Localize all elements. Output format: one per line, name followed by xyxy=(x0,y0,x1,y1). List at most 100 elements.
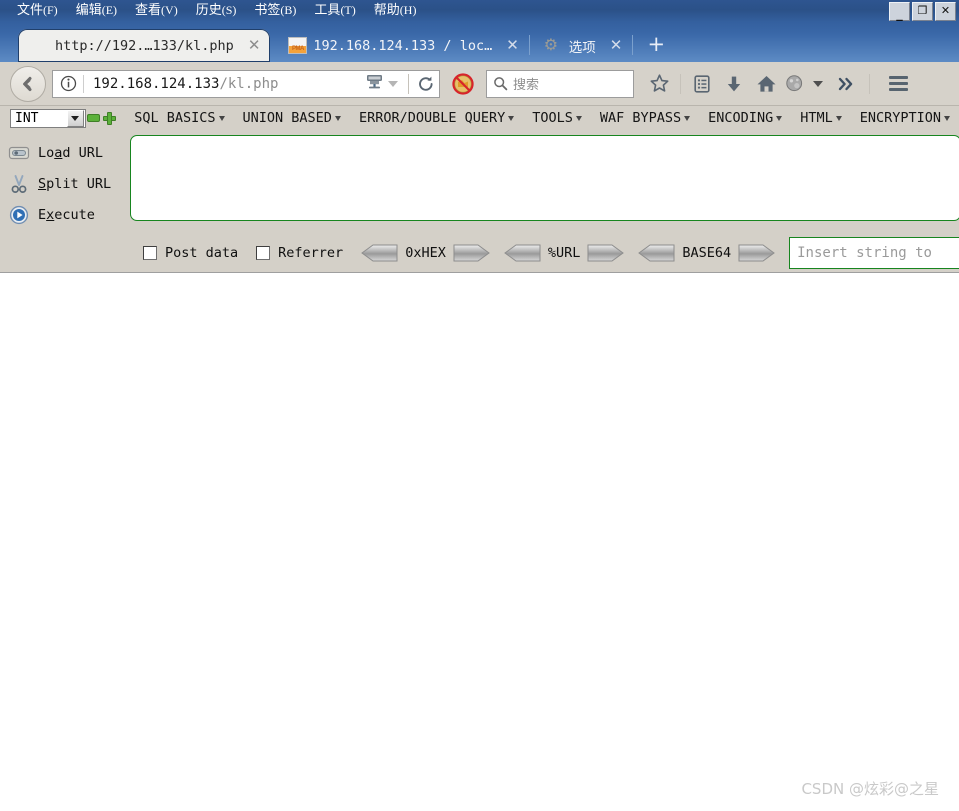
toolbar-icons xyxy=(644,69,861,99)
gear-icon: ⚙ xyxy=(543,35,559,54)
new-tab-button[interactable]: + xyxy=(645,33,667,55)
load-url-icon xyxy=(0,144,38,162)
split-url-icon xyxy=(0,174,38,194)
restore-button[interactable]: ❐ xyxy=(912,2,933,21)
menu-bar: 文件(F) 编辑(E) 查看(V) 历史(S) 书签(B) 工具(T) 帮助(H… xyxy=(0,2,425,20)
close-icon: ✕ xyxy=(940,4,951,17)
menu-item-help[interactable]: 帮助(H) xyxy=(365,2,426,20)
hex-decode-arrow-icon[interactable] xyxy=(361,244,398,262)
menu-item-file-label: 文件 xyxy=(17,3,44,18)
bookmark-star-icon[interactable] xyxy=(644,69,674,99)
reload-icon[interactable] xyxy=(413,75,439,93)
base64-decode-arrow-icon[interactable] xyxy=(638,244,675,262)
chevron-down-icon xyxy=(944,115,950,121)
chevron-down-icon xyxy=(813,80,823,87)
hackbar-menu-sql-basics[interactable]: SQL BASICS xyxy=(125,110,233,126)
split-url-label: Split URL xyxy=(38,175,112,192)
menu-item-help-label: 帮助 xyxy=(373,3,400,18)
menu-item-history-label: 历史 xyxy=(195,3,222,18)
menu-item-edit-label: 编辑 xyxy=(75,3,102,18)
hackbar-menu-tools[interactable]: TOOLS xyxy=(523,110,591,126)
minimize-button[interactable]: _ xyxy=(889,2,910,21)
menu-item-edit[interactable]: 编辑(E) xyxy=(67,2,126,20)
downloads-icon[interactable] xyxy=(719,69,749,99)
remove-tab-button[interactable] xyxy=(86,114,102,122)
menu-item-tools[interactable]: 工具(T) xyxy=(305,2,364,20)
hackbar-menu-encoding[interactable]: ENCODING xyxy=(699,110,791,126)
navigation-toolbar: 192.168.124.133/kl.php 搜索 xyxy=(0,62,959,106)
execute-button[interactable]: Execute xyxy=(0,199,130,230)
tab-close-icon[interactable]: ✕ xyxy=(506,38,519,53)
url-host: 192.168.124.133 xyxy=(93,75,220,92)
tab-close-icon[interactable]: ✕ xyxy=(610,38,623,53)
restore-icon: ❐ xyxy=(917,4,928,17)
menu-item-bookmarks-accel: (B) xyxy=(280,3,297,17)
load-url-button[interactable]: Load URL xyxy=(0,137,130,168)
overflow-chevrons-icon[interactable] xyxy=(831,69,861,99)
base64-codec-group: BASE64 xyxy=(638,244,775,262)
url-path: /kl.php xyxy=(219,75,279,92)
minus-icon xyxy=(86,114,100,122)
post-data-checkbox[interactable]: Post data xyxy=(143,245,238,261)
title-bar: 文件(F) 编辑(E) 查看(V) 历史(S) 书签(B) 工具(T) 帮助(H… xyxy=(0,0,959,22)
tab-separator xyxy=(632,35,634,55)
hackbar-string-input[interactable]: Insert string to xyxy=(789,237,959,269)
hackbar-menu-waf-bypass[interactable]: WAF BYPASS xyxy=(591,110,699,126)
hamburger-menu-icon[interactable] xyxy=(882,69,914,99)
add-tab-button[interactable] xyxy=(101,111,117,125)
execute-label: Execute xyxy=(38,206,95,223)
account-icon[interactable] xyxy=(783,69,805,99)
url-decode-arrow-icon[interactable] xyxy=(503,244,541,262)
chevron-down-icon xyxy=(66,109,84,127)
base64-encode-arrow-icon[interactable] xyxy=(738,244,775,262)
chevron-down-icon[interactable] xyxy=(388,80,398,87)
hackbar-menu-union-based[interactable]: UNION BASED xyxy=(234,110,350,126)
menu-item-view[interactable]: 查看(V) xyxy=(126,2,187,20)
tab-phpmyadmin[interactable]: PMA 192.168.124.133 / loc… ✕ xyxy=(276,29,528,62)
tab-options-title: 选项 xyxy=(568,39,596,56)
url-encode-arrow-icon[interactable] xyxy=(587,244,625,262)
hackbar-menu-error-double-query[interactable]: ERROR/DOUBLE QUERY xyxy=(350,110,523,126)
account-dropdown-icon[interactable] xyxy=(807,69,829,99)
split-url-button[interactable]: Split URL xyxy=(0,168,130,199)
noscript-blocked-icon[interactable] xyxy=(448,72,478,95)
hackbar-menu-union-based-label: UNION BASED xyxy=(242,110,332,126)
referrer-label: Referrer xyxy=(278,245,344,261)
hackbar-menu-sql-basics-label: SQL BASICS xyxy=(134,110,216,126)
search-placeholder: 搜索 xyxy=(513,78,540,93)
hackbar-options-row: Post data Referrer 0xHEX %URL BASE64 Ins… xyxy=(0,234,959,272)
menu-item-bookmarks[interactable]: 书签(B) xyxy=(245,2,305,20)
menu-item-edit-accel: (E) xyxy=(101,3,118,17)
search-input[interactable]: 搜索 xyxy=(486,69,634,98)
browser-window: 文件(F) 编辑(E) 查看(V) 历史(S) 书签(B) 工具(T) 帮助(H… xyxy=(0,0,959,811)
hackbar-menu-encoding-label: ENCODING xyxy=(708,110,774,126)
hackbar-type-select[interactable]: INT xyxy=(10,108,86,128)
hackbar-menu-html[interactable]: HTML xyxy=(791,110,851,126)
menu-item-history[interactable]: 历史(S) xyxy=(187,2,246,20)
tab-close-icon[interactable]: ✕ xyxy=(248,38,261,53)
tab-options[interactable]: ⚙ 选项 ✕ xyxy=(532,29,633,62)
hackbar-menu-encryption-label: ENCRYPTION xyxy=(859,110,941,126)
address-bar-icons xyxy=(365,73,404,95)
home-icon[interactable] xyxy=(751,69,781,99)
tab-kl-php[interactable]: http://192.…133/kl.php ✕ xyxy=(18,29,271,62)
tab-phpmyadmin-title: 192.168.124.133 / loc… xyxy=(313,37,493,54)
menu-item-tools-accel: (T) xyxy=(340,3,356,17)
tab-separator xyxy=(528,35,530,55)
hackbar-body: Load URL Split URL Execute xyxy=(0,130,959,234)
url-codec-group: %URL xyxy=(503,244,625,262)
hackbar-menu-encryption[interactable]: ENCRYPTION xyxy=(851,110,959,126)
address-bar[interactable]: 192.168.124.133/kl.php xyxy=(52,69,440,98)
close-button[interactable]: ✕ xyxy=(935,2,956,21)
back-arrow-icon[interactable] xyxy=(10,65,46,102)
info-icon[interactable] xyxy=(53,75,83,92)
menu-item-file[interactable]: 文件(F) xyxy=(8,2,67,20)
referrer-checkbox[interactable]: Referrer xyxy=(256,245,343,261)
library-icon[interactable] xyxy=(687,69,717,99)
plus-icon xyxy=(102,111,116,125)
hex-encode-arrow-icon[interactable] xyxy=(453,244,490,262)
hackbar-url-textarea[interactable] xyxy=(130,135,959,221)
hackbar-panel: INT SQL BASICS UNION BASED ERROR/DOUBLE … xyxy=(0,106,959,273)
server-icon[interactable] xyxy=(365,73,384,95)
hackbar-menus: SQL BASICS UNION BASED ERROR/DOUBLE QUER… xyxy=(125,110,959,126)
